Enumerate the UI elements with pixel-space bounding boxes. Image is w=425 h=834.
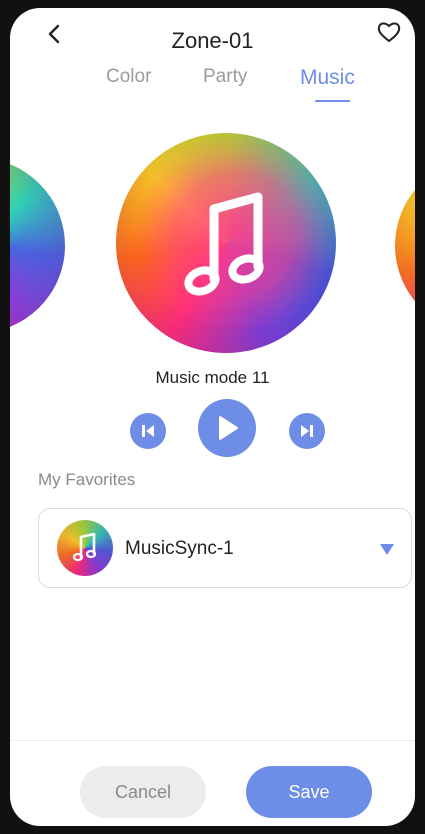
tab-party[interactable]: Party xyxy=(203,66,247,88)
page-title: Zone-01 xyxy=(171,28,254,53)
mode-tabs: Color Party Music xyxy=(10,66,415,106)
active-tab-indicator xyxy=(315,100,350,102)
caret-down-icon xyxy=(380,544,394,555)
cancel-button[interactable]: Cancel xyxy=(80,766,206,818)
next-button[interactable] xyxy=(289,413,325,449)
tab-color[interactable]: Color xyxy=(106,66,151,88)
play-icon xyxy=(219,416,238,440)
play-button[interactable] xyxy=(198,399,256,457)
skip-previous-icon xyxy=(142,425,154,437)
previous-button[interactable] xyxy=(130,413,166,449)
favorite-thumbnail xyxy=(57,520,113,576)
skip-next-icon xyxy=(301,425,313,437)
footer-divider xyxy=(10,740,415,741)
music-note-icon xyxy=(184,192,264,296)
favorites-heading: My Favorites xyxy=(38,470,136,489)
favorite-selected-name: MusicSync-1 xyxy=(125,538,234,559)
favorites-dropdown[interactable]: MusicSync-1 xyxy=(38,508,412,588)
save-button[interactable]: Save xyxy=(246,766,372,818)
music-note-icon xyxy=(72,533,97,562)
app-screen: Zone-01 Color Party Music Music mode 11 xyxy=(10,8,415,826)
favorite-button[interactable] xyxy=(375,18,403,46)
tab-music[interactable]: Music xyxy=(300,66,355,90)
music-mode-disc-current[interactable] xyxy=(116,133,336,353)
music-mode-disc-next[interactable] xyxy=(395,158,415,333)
music-mode-label: Music mode 11 xyxy=(155,368,270,387)
music-mode-disc-previous[interactable] xyxy=(10,158,65,333)
device-frame: Zone-01 Color Party Music Music mode 11 xyxy=(0,0,425,834)
heart-icon xyxy=(377,22,401,43)
